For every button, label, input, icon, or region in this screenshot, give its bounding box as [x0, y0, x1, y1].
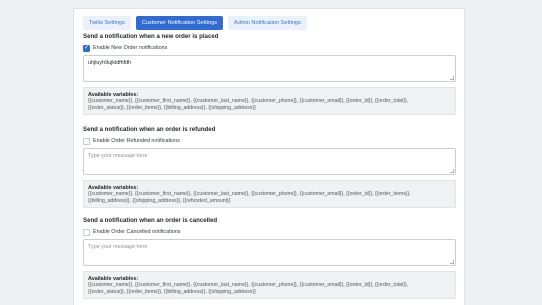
- settings-tabs: Twilio Settings Customer Notification Se…: [83, 16, 307, 30]
- order-refunded-variables-box: Available variables: {{customer_name}}, …: [83, 180, 456, 209]
- order-cancelled-message-textarea[interactable]: Type your message here: [83, 239, 456, 266]
- variables-line: {{customer_name}}, {{customer_first_name…: [88, 282, 409, 289]
- order-cancelled-toggle-row[interactable]: Enable Order Cancelled notifications: [83, 228, 456, 236]
- new-order-checkbox-label: Enable New Order notifications: [93, 45, 168, 51]
- variables-line: {{customer_name}}, {{customer_first_name…: [88, 98, 409, 105]
- section-title: Send a notification when an order is ref…: [83, 126, 216, 133]
- new-order-message-textarea[interactable]: uhjluyh9ujkldfhfdh: [83, 55, 456, 82]
- order-cancelled-checkbox-label: Enable Order Cancelled notifications: [93, 229, 181, 235]
- variables-line: {{order_status}}, {{order_items}}, {{bil…: [88, 288, 256, 295]
- new-order-message-value: uhjluyh9ujkldfhfdh: [88, 60, 132, 66]
- settings-panel: Twilio Settings Customer Notification Se…: [73, 8, 465, 305]
- new-order-checkbox[interactable]: ✓: [83, 44, 90, 52]
- order-cancelled-message-placeholder: Type your message here: [88, 244, 148, 250]
- tab-admin-notification-settings[interactable]: Admin Notification Settings: [228, 16, 307, 30]
- order-cancelled-variables-box: Available variables: {{customer_name}}, …: [83, 271, 456, 300]
- new-order-section: Send a notification when a new order is …: [83, 33, 456, 116]
- variables-line: {{customer_name}}, {{customer_first_name…: [88, 191, 411, 198]
- resize-grip-icon[interactable]: [450, 260, 454, 264]
- new-order-toggle-row[interactable]: ✓ Enable New Order notifications: [83, 44, 456, 52]
- resize-grip-icon[interactable]: [450, 169, 454, 173]
- order-refunded-checkbox[interactable]: [83, 137, 90, 145]
- checkmark-icon: ✓: [83, 45, 90, 51]
- tab-customer-notification-settings[interactable]: Customer Notification Settings: [135, 16, 224, 30]
- resize-grip-icon[interactable]: [450, 76, 454, 80]
- order-refunded-message-textarea[interactable]: Type your message here: [83, 148, 456, 175]
- order-refunded-section: Send a notification when an order is ref…: [83, 126, 456, 209]
- section-title: Send a notification when an order is can…: [83, 217, 218, 224]
- order-refunded-toggle-row[interactable]: Enable Order Refunded notifications: [83, 137, 456, 145]
- order-refunded-checkbox-label: Enable Order Refunded notifications: [93, 138, 180, 144]
- variables-line: {{order_status}}, {{order_items}}, {{bil…: [88, 104, 256, 111]
- tab-twilio-settings[interactable]: Twilio Settings: [83, 16, 131, 30]
- order-cancelled-checkbox[interactable]: [83, 228, 90, 236]
- new-order-variables-box: Available variables: {{customer_name}}, …: [83, 87, 456, 116]
- section-title: Send a notification when a new order is …: [83, 33, 219, 40]
- variables-line: {{billing_address}}, {{shipping_address}…: [88, 197, 231, 204]
- order-refunded-message-placeholder: Type your message here: [88, 153, 148, 159]
- order-cancelled-section: Send a notification when an order is can…: [83, 217, 456, 300]
